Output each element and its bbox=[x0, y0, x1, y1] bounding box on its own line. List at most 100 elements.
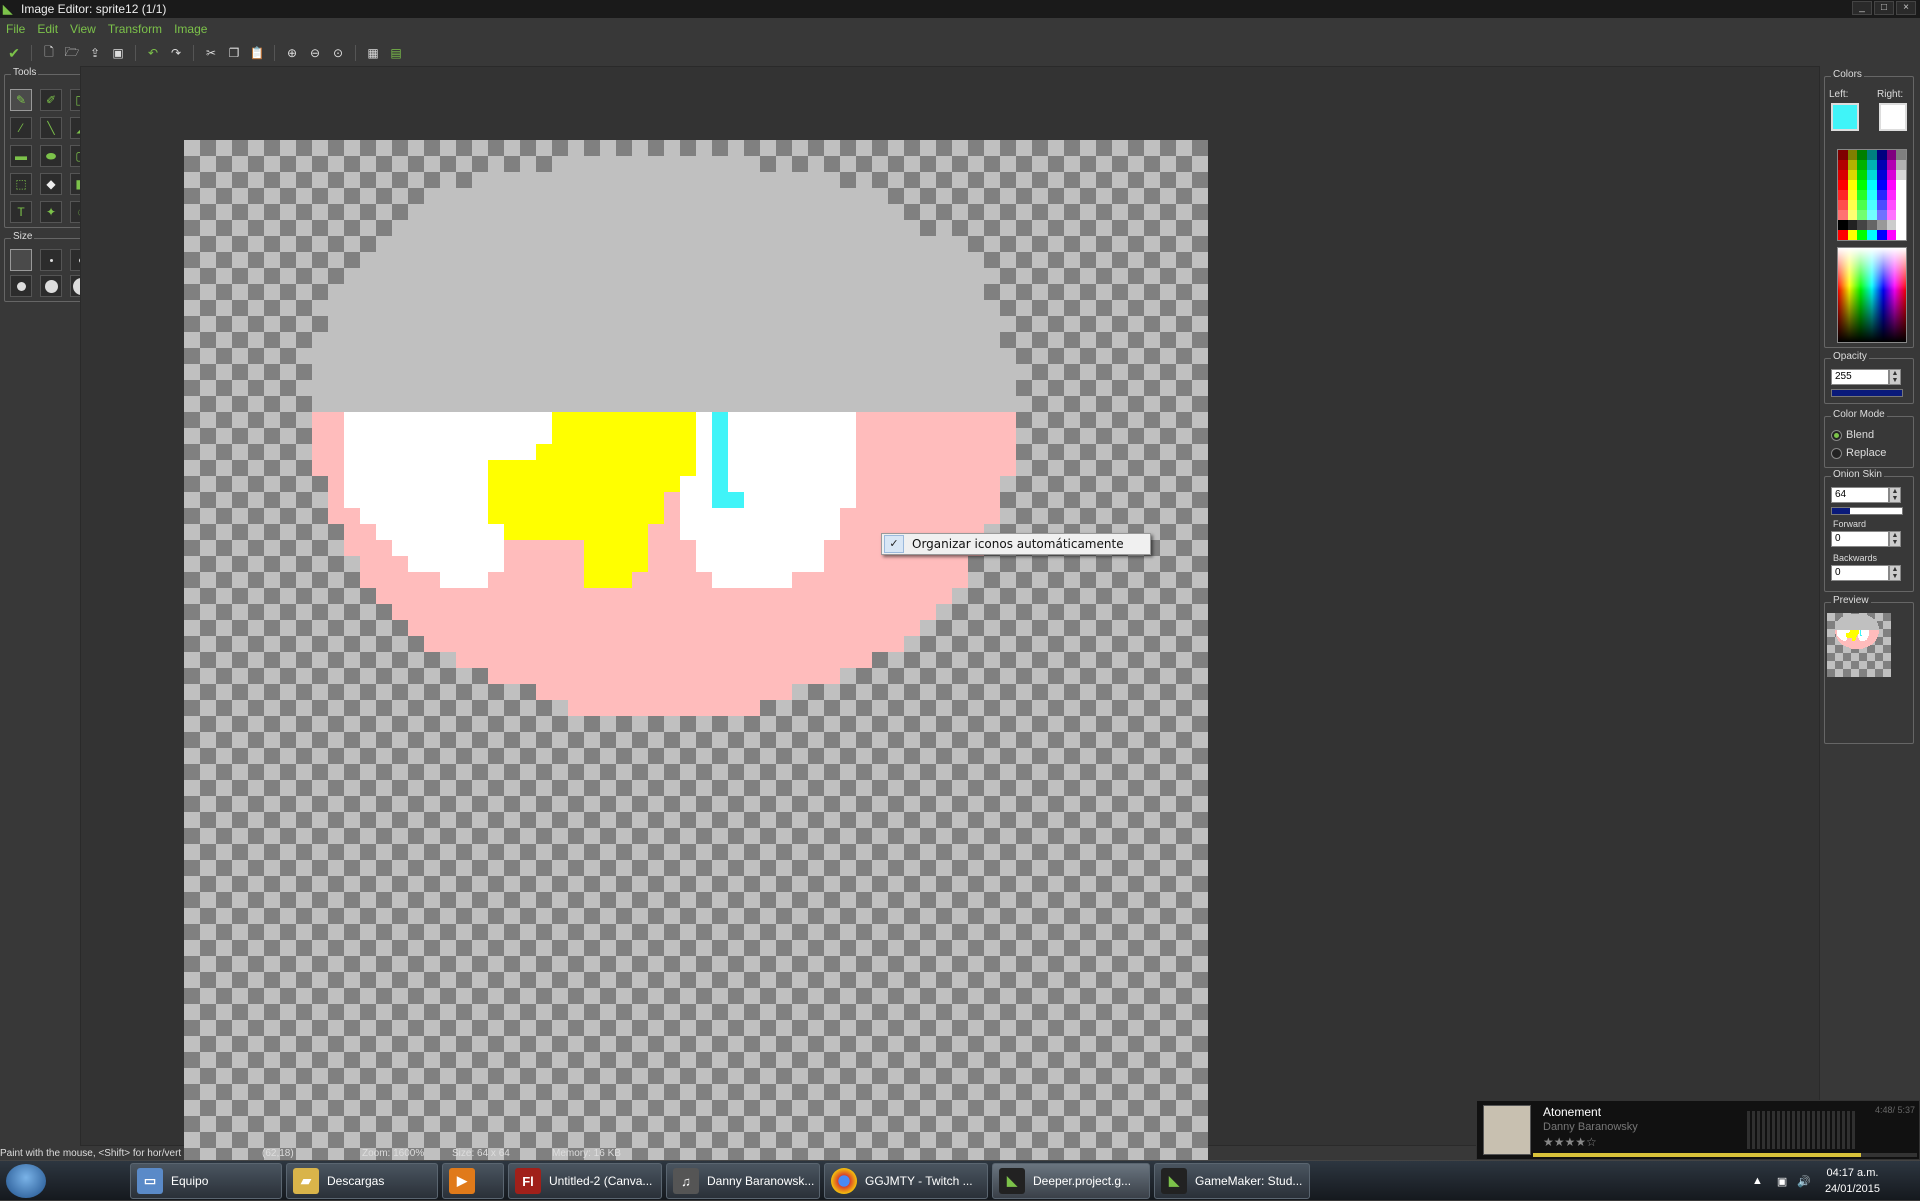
clock[interactable]: 04:17 a.m. 24/01/2015 bbox=[1825, 1165, 1880, 1197]
forward-input[interactable]: 0 bbox=[1831, 531, 1889, 547]
palette-color[interactable] bbox=[1847, 190, 1858, 200]
grid-icon[interactable]: ▦ bbox=[363, 43, 383, 63]
cut-icon[interactable]: ✂ bbox=[201, 43, 221, 63]
fill-tool-icon[interactable]: ◆ bbox=[40, 173, 62, 195]
palette-color[interactable] bbox=[1867, 190, 1877, 200]
magic-wand-tool-icon[interactable]: ✦ bbox=[40, 201, 62, 223]
size-5-button[interactable] bbox=[40, 275, 62, 297]
onion-skin-input[interactable]: 64 bbox=[1831, 487, 1889, 503]
palette-color[interactable] bbox=[1896, 200, 1906, 210]
onion-skin-slider[interactable] bbox=[1831, 507, 1903, 515]
task-chrome[interactable]: GGJMTY - Twitch ... bbox=[824, 1163, 988, 1199]
palette-color[interactable] bbox=[1886, 180, 1897, 190]
forward-spinner[interactable]: ▲ ▼ bbox=[1889, 531, 1901, 547]
palette-color[interactable] bbox=[1838, 190, 1848, 200]
star-rating-icon[interactable]: ★★★★☆ bbox=[1543, 1135, 1597, 1149]
blend-radio[interactable]: Blend bbox=[1831, 429, 1874, 441]
right-color-swatch[interactable] bbox=[1879, 103, 1907, 131]
palette-color[interactable] bbox=[1847, 220, 1858, 230]
rectangle-tool-icon[interactable]: ▬ bbox=[10, 145, 32, 167]
pencil-tool-icon[interactable]: ✎ bbox=[10, 89, 32, 111]
palette-color[interactable] bbox=[1838, 200, 1848, 210]
sprite-canvas[interactable] bbox=[184, 140, 1208, 1164]
palette-color[interactable] bbox=[1857, 210, 1868, 220]
save-icon[interactable]: ▣ bbox=[108, 43, 128, 63]
palette-color[interactable] bbox=[1847, 180, 1858, 190]
context-menu-item-auto-arrange[interactable]: Organizar iconos automáticamente bbox=[912, 537, 1124, 551]
palette-color[interactable] bbox=[1867, 170, 1877, 180]
palette-color[interactable] bbox=[1867, 210, 1877, 220]
maximize-button[interactable]: □ bbox=[1874, 1, 1894, 15]
palette-color[interactable] bbox=[1857, 170, 1868, 180]
palette-color[interactable] bbox=[1876, 190, 1887, 200]
task-descargas[interactable]: ▰ Descargas bbox=[286, 1163, 438, 1199]
onion-skin-spinner[interactable]: ▲ ▼ bbox=[1889, 487, 1901, 503]
network-icon[interactable]: ▣ bbox=[1777, 1175, 1787, 1188]
menu-edit[interactable]: Edit bbox=[31, 20, 64, 40]
palette-color[interactable] bbox=[1876, 160, 1887, 170]
palette-color[interactable] bbox=[1857, 160, 1868, 170]
palette-color[interactable] bbox=[1876, 200, 1887, 210]
task-equipo[interactable]: ▭ Equipo bbox=[130, 1163, 282, 1199]
palette-color[interactable] bbox=[1876, 170, 1887, 180]
palette-color[interactable] bbox=[1838, 160, 1848, 170]
zoom-out-icon[interactable]: ⊖ bbox=[305, 43, 325, 63]
size-4-button[interactable] bbox=[10, 275, 32, 297]
palette-color[interactable] bbox=[1867, 160, 1877, 170]
backwards-spinner[interactable]: ▲ ▼ bbox=[1889, 565, 1901, 581]
palette-color[interactable] bbox=[1896, 190, 1906, 200]
redo-icon[interactable]: ↷ bbox=[166, 43, 186, 63]
paste-icon[interactable]: 📋 bbox=[247, 43, 267, 63]
palette-color[interactable] bbox=[1896, 180, 1906, 190]
palette-color[interactable] bbox=[1896, 210, 1906, 220]
frame-icon[interactable]: ▤ bbox=[386, 43, 406, 63]
palette-color[interactable] bbox=[1886, 200, 1897, 210]
new-icon[interactable]: 🗋 bbox=[39, 43, 59, 63]
open-icon[interactable]: 🗁 bbox=[62, 43, 82, 63]
menu-view[interactable]: View bbox=[64, 20, 102, 40]
palette-color[interactable] bbox=[1876, 150, 1887, 160]
select-tool-icon[interactable]: ⬚ bbox=[10, 173, 32, 195]
left-color-swatch[interactable] bbox=[1831, 103, 1859, 131]
palette-color[interactable] bbox=[1886, 220, 1897, 230]
palette-color[interactable] bbox=[1847, 150, 1858, 160]
palette-color[interactable] bbox=[1857, 150, 1868, 160]
opacity-spinner[interactable]: ▲ ▼ bbox=[1889, 369, 1901, 385]
menu-transform[interactable]: Transform bbox=[102, 20, 168, 40]
palette-color[interactable] bbox=[1847, 160, 1858, 170]
palette-color[interactable] bbox=[1857, 230, 1868, 240]
palette-color[interactable] bbox=[1847, 230, 1858, 240]
replace-radio[interactable]: Replace bbox=[1831, 447, 1886, 459]
spray-tool-icon[interactable]: ✐ bbox=[40, 89, 62, 111]
size-2-button[interactable] bbox=[40, 249, 62, 271]
color-picker-tool-icon[interactable]: ⁄ bbox=[10, 117, 32, 139]
menu-file[interactable]: File bbox=[0, 20, 31, 40]
palette-color[interactable] bbox=[1847, 200, 1858, 210]
minimize-button[interactable]: _ bbox=[1852, 1, 1872, 15]
palette-color[interactable] bbox=[1838, 220, 1848, 230]
palette-color[interactable] bbox=[1876, 220, 1887, 230]
confirm-icon[interactable]: ✔ bbox=[4, 43, 24, 63]
palette-color[interactable] bbox=[1896, 220, 1906, 230]
palette-color[interactable] bbox=[1857, 220, 1868, 230]
palette-color[interactable] bbox=[1838, 170, 1848, 180]
palette-color[interactable] bbox=[1896, 230, 1906, 240]
palette-color[interactable] bbox=[1838, 180, 1848, 190]
task-media-player[interactable]: ▶ bbox=[442, 1163, 504, 1199]
palette-color[interactable] bbox=[1857, 180, 1868, 190]
zoom-in-icon[interactable]: ⊕ bbox=[282, 43, 302, 63]
import-icon[interactable]: ⇪ bbox=[85, 43, 105, 63]
palette-color[interactable] bbox=[1847, 210, 1858, 220]
start-button[interactable] bbox=[6, 1164, 46, 1198]
line-tool-icon[interactable]: ╲ bbox=[40, 117, 62, 139]
menu-image[interactable]: Image bbox=[168, 20, 213, 40]
palette-color[interactable] bbox=[1857, 200, 1868, 210]
undo-icon[interactable]: ↶ bbox=[143, 43, 163, 63]
palette-color[interactable] bbox=[1857, 190, 1868, 200]
ellipse-tool-icon[interactable]: ⬬ bbox=[40, 145, 62, 167]
palette-color[interactable] bbox=[1876, 210, 1887, 220]
palette-color[interactable] bbox=[1896, 170, 1906, 180]
palette-color[interactable] bbox=[1896, 150, 1906, 160]
palette-color[interactable] bbox=[1867, 180, 1877, 190]
volume-icon[interactable]: 🔊 bbox=[1797, 1175, 1811, 1188]
